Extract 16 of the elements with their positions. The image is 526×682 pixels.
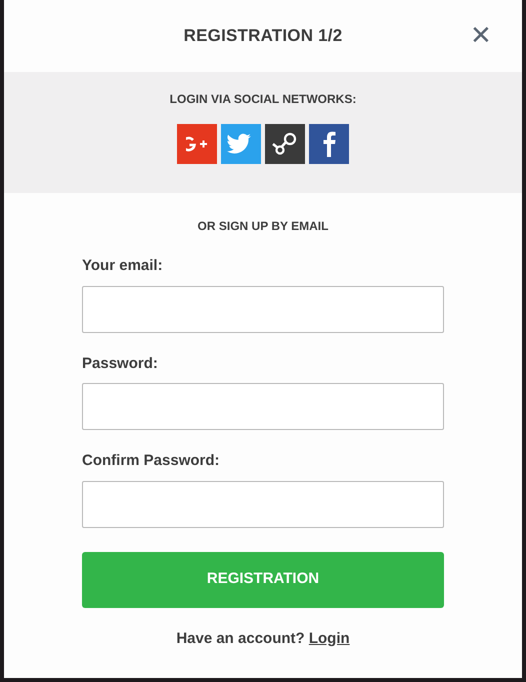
modal-title: REGISTRATION 1/2 bbox=[184, 25, 342, 48]
field-label: Your email: bbox=[82, 256, 164, 276]
facebook-icon bbox=[322, 131, 336, 157]
login-link[interactable]: Login bbox=[308, 630, 350, 646]
field-label: Confirm Password: bbox=[82, 451, 221, 471]
google-plus-icon bbox=[186, 134, 208, 154]
close-button[interactable]: ✕ bbox=[470, 22, 492, 48]
social-heading: LOGIN VIA SOCIAL NETWORKS: bbox=[168, 91, 358, 108]
input-field[interactable] bbox=[82, 383, 444, 430]
section-heading: OR SIGN UP BY EMAIL bbox=[196, 218, 330, 235]
input-field[interactable] bbox=[82, 286, 444, 332]
input-field[interactable] bbox=[82, 480, 444, 528]
social-login-button[interactable] bbox=[265, 124, 305, 164]
account-prompt: Have an account? bbox=[176, 630, 305, 646]
social-login-button[interactable] bbox=[309, 124, 349, 164]
field-label: Password: bbox=[82, 354, 159, 374]
